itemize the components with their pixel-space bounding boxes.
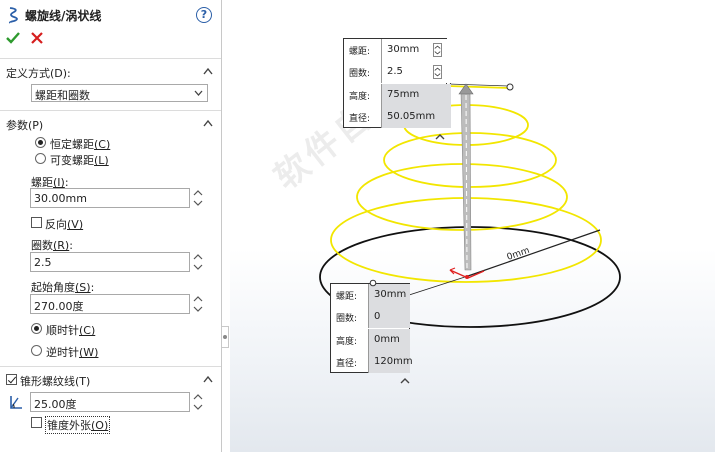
spinner-icon[interactable]: [433, 65, 442, 79]
top-callout-diameter-value: 50.05mm: [381, 106, 451, 128]
top-callout-row-pitch: 螺距: 30mm: [344, 39, 451, 61]
helix-end-handle[interactable]: [506, 83, 514, 91]
radius-dimension-label: 0mm: [506, 246, 531, 263]
radius-dimension-line: [467, 229, 601, 277]
top-callout-key: 高度:: [349, 92, 371, 102]
helix-top-segment: [447, 85, 511, 89]
bottom-callout-row-diameter: 直径: 120mm: [331, 351, 413, 373]
bottom-callout-row-pitch: 螺距: 30mm: [331, 284, 410, 306]
bottom-callout-revs-value: 0: [368, 306, 410, 328]
bottom-callout-height-value: 0mm: [368, 329, 410, 351]
top-callout-row-diameter: 直径: 50.05mm: [344, 106, 451, 128]
bottom-callout-pitch-value: 30mm: [368, 284, 410, 306]
top-callout-key: 圈数:: [349, 69, 371, 79]
bottom-callout-key: 直径:: [336, 359, 358, 369]
bottom-callout-key: 螺距:: [336, 292, 358, 302]
bottom-callout-row-revs: 圈数: 0: [331, 306, 410, 328]
bottom-callout-key: 圈数:: [336, 314, 358, 324]
bottom-callout-row-height: 高度: 0mm: [331, 329, 410, 351]
chevron-up-icon[interactable]: [435, 133, 445, 140]
height-drag-arrow[interactable]: [460, 91, 472, 271]
top-callout-key: 直径:: [349, 114, 371, 124]
top-callout-row-revs: 圈数: 2.5: [344, 61, 451, 83]
callout-anchor-handle[interactable]: [369, 279, 377, 287]
top-callout-height-value: 75mm: [381, 84, 451, 106]
top-callout: 螺距: 30mm 圈数: 2.5 高度: 75mm 直径: 50.05mm: [343, 38, 451, 128]
bottom-callout-key: 高度:: [336, 337, 358, 347]
bottom-callout: 螺距: 30mm 圈数: 0 高度: 0mm 直径: 120mm: [330, 283, 413, 373]
top-callout-key: 螺距:: [349, 47, 371, 57]
chevron-up-icon[interactable]: [400, 377, 410, 384]
helix-ring: [356, 163, 568, 231]
spinner-icon[interactable]: [433, 43, 442, 57]
top-callout-row-height: 高度: 75mm: [344, 84, 451, 106]
bottom-callout-diameter-value: 120mm: [368, 351, 413, 373]
